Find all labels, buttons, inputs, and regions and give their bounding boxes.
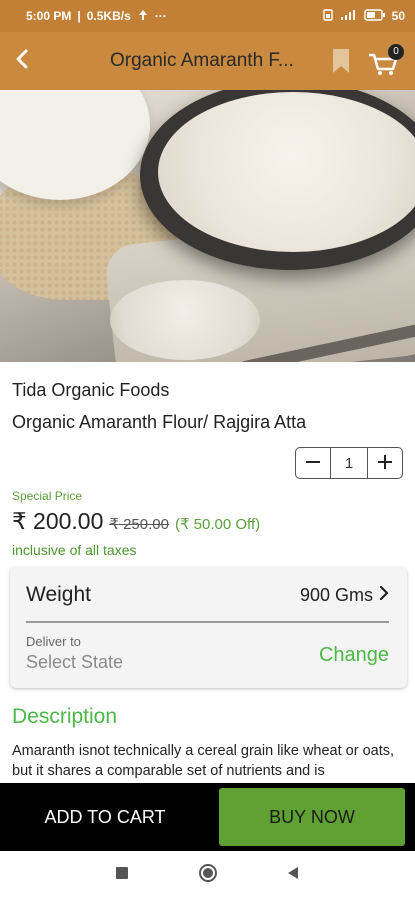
upload-icon bbox=[137, 9, 149, 24]
weight-label: Weight bbox=[26, 583, 91, 606]
spoon-flour-image bbox=[110, 280, 260, 360]
description-text: Amaranth isnot technically a cereal grai… bbox=[12, 743, 395, 779]
description-title: Description bbox=[12, 705, 118, 728]
tax-note: inclusive of all taxes bbox=[12, 542, 137, 558]
brand-name: Tida Organic Foods bbox=[12, 380, 170, 400]
status-time: 5:00 PM bbox=[26, 9, 72, 23]
status-left: 5:00 PM | 0.5KB/s ··· bbox=[26, 9, 167, 24]
app-bar: Organic Amaranth F... 0 bbox=[0, 32, 415, 90]
back-nav-button[interactable] bbox=[283, 865, 303, 885]
divider bbox=[26, 621, 389, 623]
product-name: Organic Amaranth Flour/ Rajgira Atta bbox=[12, 412, 307, 432]
recents-button[interactable] bbox=[112, 865, 132, 885]
decrease-quantity-button[interactable] bbox=[296, 448, 330, 478]
signal-icon bbox=[340, 9, 358, 24]
square-icon bbox=[115, 866, 129, 885]
system-nav-bar bbox=[0, 851, 415, 900]
minus-icon bbox=[305, 449, 321, 477]
options-card: Weight 900 Gms Deliver to Select State C… bbox=[10, 567, 407, 688]
chevron-right-icon bbox=[379, 585, 389, 606]
add-to-cart-button[interactable]: ADD TO CART bbox=[0, 783, 210, 851]
quantity-stepper: 1 bbox=[295, 447, 403, 479]
quantity-value: 1 bbox=[330, 448, 368, 478]
status-speed: 0.5KB/s bbox=[86, 9, 131, 23]
weight-selector[interactable]: 900 Gms bbox=[300, 585, 389, 606]
status-bar: 5:00 PM | 0.5KB/s ··· 50 bbox=[0, 0, 415, 32]
discount-amount: (₹ 50.00 Off) bbox=[174, 516, 261, 533]
cart-button[interactable]: 0 bbox=[366, 44, 404, 78]
price-row: ₹ 200.00 ₹ 250.00 (₹ 50.00 Off) bbox=[12, 508, 260, 535]
status-right: 50 bbox=[322, 8, 405, 24]
deliver-state-value[interactable]: Select State bbox=[26, 652, 123, 673]
sim-icon bbox=[322, 8, 334, 24]
cart-icon bbox=[366, 53, 400, 82]
circle-icon bbox=[198, 863, 218, 888]
status-separator: | bbox=[77, 9, 81, 23]
product-image-carousel[interactable] bbox=[0, 90, 415, 362]
buy-now-button[interactable]: BUY NOW bbox=[219, 788, 405, 846]
status-more: ··· bbox=[154, 9, 167, 23]
bookmark-icon bbox=[330, 49, 352, 79]
page-title: Organic Amaranth F... bbox=[110, 50, 294, 71]
back-arrow-icon bbox=[12, 48, 32, 75]
weight-value: 900 Gms bbox=[299, 585, 373, 605]
triangle-back-icon bbox=[286, 865, 300, 886]
plus-icon bbox=[377, 449, 393, 477]
cart-count-badge: 0 bbox=[388, 44, 404, 60]
selling-price: ₹ 200.00 bbox=[12, 508, 104, 534]
deliver-to-label: Deliver to bbox=[26, 634, 81, 649]
special-price-label: Special Price bbox=[12, 489, 83, 503]
original-price: ₹ 250.00 bbox=[109, 516, 169, 533]
bookmark-button[interactable] bbox=[330, 47, 352, 75]
home-button[interactable] bbox=[198, 863, 218, 888]
battery-icon bbox=[363, 8, 386, 24]
bottom-action-bar: ADD TO CART BUY NOW bbox=[0, 783, 415, 851]
battery-percent: 50 bbox=[391, 9, 405, 23]
increase-quantity-button[interactable] bbox=[368, 448, 402, 478]
back-button[interactable] bbox=[2, 32, 42, 90]
flour-image bbox=[158, 92, 415, 252]
change-state-link[interactable]: Change bbox=[319, 644, 389, 667]
